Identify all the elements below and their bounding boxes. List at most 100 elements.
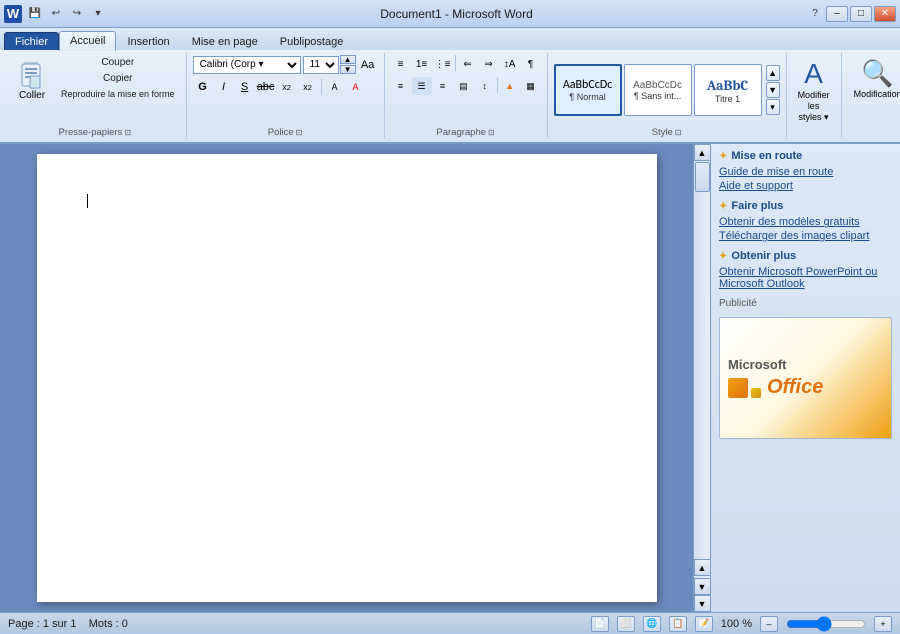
justify-btn[interactable]: ▤ [454, 77, 474, 95]
copier-btn[interactable]: Copier [56, 71, 180, 86]
titlebar: W 💾 ↩ ↪ ▾ Document1 - Microsoft Word ? –… [0, 0, 900, 28]
multilevel-btn[interactable]: ⋮≡ [433, 55, 453, 73]
underline-btn[interactable]: S [235, 78, 255, 96]
mise-en-route-section: Mise en route Guide de mise en route Aid… [719, 150, 892, 192]
italic-btn[interactable]: I [214, 78, 234, 96]
bold-btn[interactable]: G [193, 78, 213, 96]
style-scroll-up[interactable]: ▲ [766, 65, 780, 81]
clear-format-btn[interactable]: Aa [358, 56, 378, 74]
side-panel: Mise en route Guide de mise en route Aid… [710, 144, 900, 612]
coller-btn[interactable]: Coller [10, 55, 54, 104]
view-outline-btn[interactable]: 📋 [669, 616, 687, 632]
view-draft-btn[interactable]: 📝 [695, 616, 713, 632]
subscript-btn[interactable]: x2 [277, 78, 297, 96]
linespacing-btn[interactable]: ↕ [475, 77, 495, 95]
text-cursor [87, 194, 88, 208]
align-center-btn[interactable]: ☰ [412, 77, 432, 95]
office-square2 [751, 388, 761, 398]
obtenir-plus-title: Obtenir plus [719, 250, 892, 262]
style-sans-label: ¶ Sans int... [634, 91, 681, 101]
divider2 [455, 55, 456, 71]
strikethrough-btn[interactable]: abc [256, 78, 276, 96]
couper-btn[interactable]: Couper [56, 55, 180, 70]
style-expand-icon[interactable]: ⊡ [675, 128, 682, 137]
zoom-slider[interactable] [786, 618, 866, 630]
powerpoint-link[interactable]: Obtenir Microsoft PowerPoint ou Microsof… [719, 266, 892, 290]
scroll-pageup-btn[interactable]: ▲ [694, 559, 711, 576]
undo-quick-btn[interactable]: ↩ [47, 6, 65, 22]
font-color-btn[interactable]: A [346, 78, 366, 96]
scroll-up-btn[interactable]: ▲ [694, 144, 711, 161]
border-btn[interactable]: ▦ [521, 77, 541, 95]
tab-mise-en-page[interactable]: Mise en page [181, 32, 269, 50]
font-size-decrease-btn[interactable]: ▼ [340, 65, 356, 74]
increase-indent-btn[interactable]: ⇒ [479, 55, 499, 73]
view-fullscreen-btn[interactable]: ⬜ [617, 616, 635, 632]
doc-page[interactable] [37, 154, 657, 602]
statusbar-left: Page : 1 sur 1 Mots : 0 [8, 618, 128, 630]
view-web-btn[interactable]: 🌐 [643, 616, 661, 632]
main-area: ▲ ▲ ▼ ▼ Mise en route Guide de mise en r… [0, 144, 900, 612]
ad-banner-section[interactable]: Microsoft Office [719, 317, 892, 439]
maximize-btn[interactable]: □ [850, 6, 872, 22]
tab-accueil[interactable]: Accueil [59, 31, 116, 51]
sort-btn[interactable]: ↕A [500, 55, 520, 73]
style-titre1[interactable]: AaBbC Titre 1 [694, 64, 762, 116]
align-right-btn[interactable]: ≡ [433, 77, 453, 95]
modification-btn[interactable]: 🔍 Modification [848, 55, 900, 102]
scroll-down-btn[interactable]: ▼ [694, 595, 711, 612]
modification-label: Modification [854, 89, 900, 99]
scroll-pagedown-btn[interactable]: ▼ [694, 578, 711, 595]
scroll-track[interactable] [694, 161, 711, 559]
group-paragraphe: ≡ 1≡ ⋮≡ ⇐ ⇒ ↕A ¶ ≡ ☰ ≡ ▤ ↕ ▲ ▦ Paragraph… [385, 53, 548, 138]
style-expand[interactable]: ▾ [766, 99, 780, 115]
style-sans-interligne[interactable]: AaBbCcDc ¶ Sans int... [624, 64, 692, 116]
reproduire-btn[interactable]: Reproduire la mise en forme [56, 87, 180, 101]
guide-link[interactable]: Guide de mise en route [719, 166, 892, 178]
font-name-select[interactable]: Calibri (Corp ▾ [193, 56, 301, 74]
aide-link[interactable]: Aide et support [719, 180, 892, 192]
minimize-btn[interactable]: – [826, 6, 848, 22]
style-scroll-down[interactable]: ▼ [766, 82, 780, 98]
group-presse-papiers: Coller Couper Copier Reproduire la mise … [4, 53, 187, 138]
police-expand-icon[interactable]: ⊡ [296, 128, 303, 137]
style-normal[interactable]: AaBbCcDc ¶ Normal [554, 64, 622, 116]
modifier-styles-btn[interactable]: A Modifierles styles ▾ [793, 55, 835, 125]
highlight-color-btn[interactable]: A [325, 78, 345, 96]
quick-access: 💾 ↩ ↪ ▾ [26, 6, 107, 22]
align-left-btn[interactable]: ≡ [391, 77, 411, 95]
tab-publipostage[interactable]: Publipostage [269, 32, 355, 50]
presse-expand-icon[interactable]: ⊡ [124, 128, 131, 137]
tab-fichier[interactable]: Fichier [4, 32, 59, 50]
zoom-out-btn[interactable]: – [760, 616, 778, 632]
more-quick-btn[interactable]: ▾ [89, 6, 107, 22]
redo-quick-btn[interactable]: ↪ [68, 6, 86, 22]
scroll-thumb[interactable] [695, 162, 710, 192]
numbered-btn[interactable]: 1≡ [412, 55, 432, 73]
superscript-btn[interactable]: x2 [298, 78, 318, 96]
help-btn[interactable]: ? [806, 6, 824, 22]
save-quick-btn[interactable]: 💾 [26, 6, 44, 22]
word-icon: W [4, 5, 22, 23]
modeles-link[interactable]: Obtenir des modèles gratuits [719, 216, 892, 228]
font-size-select[interactable]: 11 [303, 56, 339, 74]
ribbon-tabs: Fichier Accueil Insertion Mise en page P… [0, 28, 900, 50]
office-squares-icon [728, 378, 761, 398]
microsoft-logo: Microsoft [728, 357, 787, 372]
view-normal-btn[interactable]: 📄 [591, 616, 609, 632]
bullets-btn[interactable]: ≡ [391, 55, 411, 73]
shading-btn[interactable]: ▲ [500, 77, 520, 95]
doc-area[interactable] [0, 144, 693, 612]
clipart-link[interactable]: Télécharger des images clipart [719, 230, 892, 242]
zoom-in-btn[interactable]: + [874, 616, 892, 632]
style-titre-label: Titre 1 [715, 94, 740, 104]
close-btn[interactable]: ✕ [874, 6, 896, 22]
paragraphe-expand-icon[interactable]: ⊡ [488, 128, 495, 137]
font-size-increase-btn[interactable]: ▲ [340, 55, 356, 64]
show-para-btn[interactable]: ¶ [521, 55, 541, 73]
tab-insertion[interactable]: Insertion [116, 32, 180, 50]
coller-label: Coller [19, 90, 45, 101]
group-police: Calibri (Corp ▾ 11 ▲ ▼ Aa G I S abc [187, 53, 385, 138]
divider3 [497, 77, 498, 93]
decrease-indent-btn[interactable]: ⇐ [458, 55, 478, 73]
